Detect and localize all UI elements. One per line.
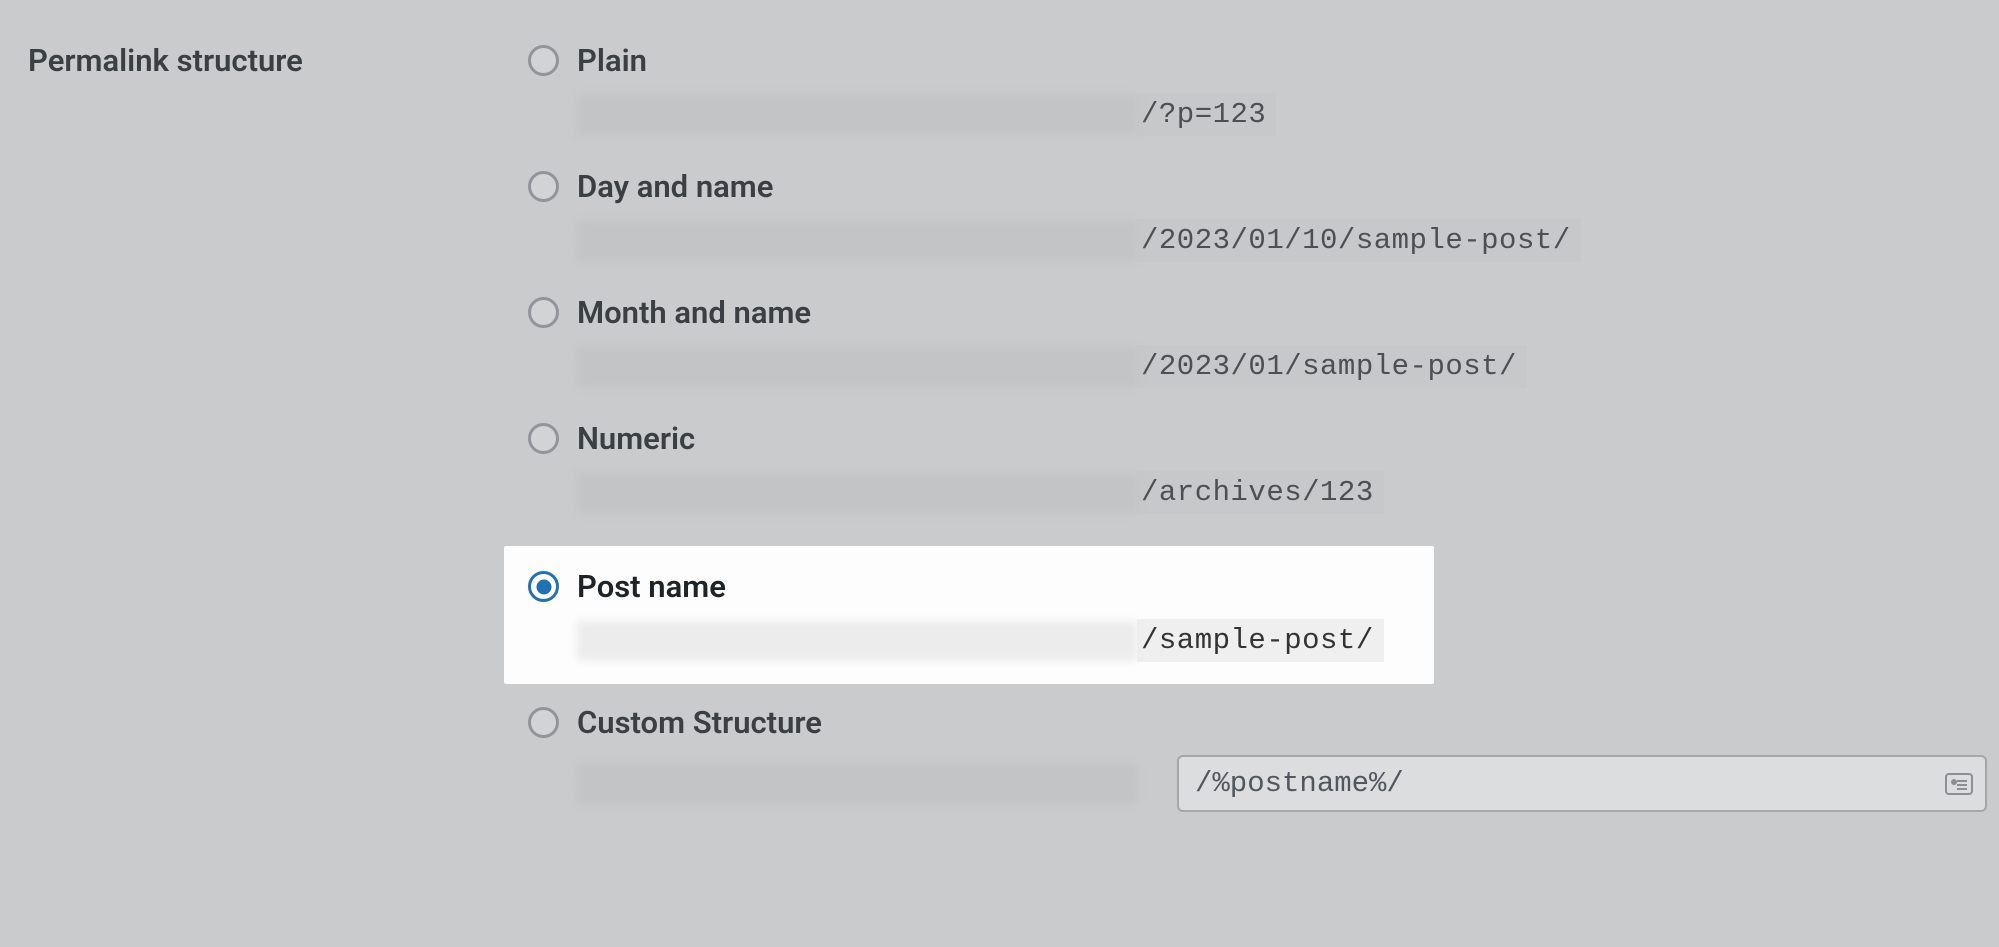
- option-month-and-name: Month and name /2023/01/sample-post/: [528, 294, 1999, 420]
- option-label-numeric[interactable]: Numeric: [577, 420, 695, 457]
- example-month-and-name: /2023/01/sample-post/: [577, 345, 1999, 388]
- example-plain: /?p=123: [577, 93, 1999, 136]
- option-label-day-and-name[interactable]: Day and name: [577, 168, 773, 205]
- blurred-domain: [577, 95, 1137, 135]
- radio-day-and-name[interactable]: [528, 171, 559, 202]
- option-label-plain[interactable]: Plain: [577, 42, 647, 79]
- radio-numeric[interactable]: [528, 423, 559, 454]
- radio-plain[interactable]: [528, 45, 559, 76]
- custom-structure-input[interactable]: [1177, 755, 1987, 812]
- option-post-name: Post name /sample-post/: [528, 568, 1410, 662]
- custom-structure-row: [577, 755, 1999, 812]
- example-post-name: /sample-post/: [577, 619, 1410, 662]
- option-label-custom-structure[interactable]: Custom Structure: [577, 704, 822, 741]
- permalink-options: Plain /?p=123 Day and name /2023/01/10/s…: [528, 42, 1999, 844]
- option-post-name-highlight: Post name /sample-post/: [504, 546, 1434, 684]
- example-day-and-name: /2023/01/10/sample-post/: [577, 219, 1999, 262]
- blurred-domain: [577, 347, 1137, 387]
- autofill-icon[interactable]: [1945, 773, 1973, 795]
- option-numeric: Numeric /archives/123: [528, 420, 1999, 546]
- blurred-domain: [577, 221, 1137, 261]
- option-plain: Plain /?p=123: [528, 42, 1999, 168]
- blurred-domain: [577, 473, 1137, 513]
- option-label-month-and-name[interactable]: Month and name: [577, 294, 811, 331]
- section-title: Permalink structure: [28, 42, 528, 844]
- radio-custom-structure[interactable]: [528, 707, 559, 738]
- radio-post-name[interactable]: [528, 571, 559, 602]
- example-path-month-and-name: /2023/01/sample-post/: [1137, 345, 1527, 388]
- blurred-domain: [577, 621, 1137, 661]
- radio-month-and-name[interactable]: [528, 297, 559, 328]
- blurred-domain: [577, 764, 1137, 804]
- option-custom-structure: Custom Structure: [528, 704, 1999, 844]
- example-path-plain: /?p=123: [1137, 93, 1276, 136]
- example-path-day-and-name: /2023/01/10/sample-post/: [1137, 219, 1581, 262]
- example-path-numeric: /archives/123: [1137, 471, 1384, 514]
- example-numeric: /archives/123: [577, 471, 1999, 514]
- example-path-post-name: /sample-post/: [1137, 619, 1384, 662]
- option-label-post-name[interactable]: Post name: [577, 568, 726, 605]
- option-day-and-name: Day and name /2023/01/10/sample-post/: [528, 168, 1999, 294]
